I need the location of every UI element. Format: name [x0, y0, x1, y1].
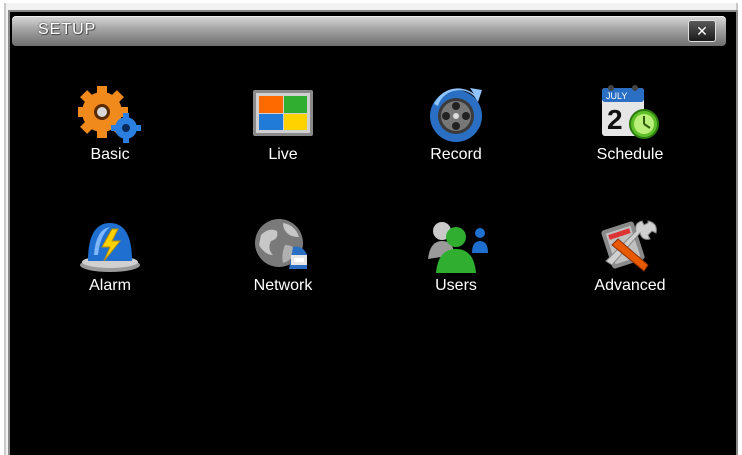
- users-menu-item[interactable]: Users: [386, 215, 526, 325]
- film-reel-icon: [430, 88, 482, 142]
- alarm-light-icon: [80, 223, 140, 272]
- advanced-menu-item[interactable]: Advanced: [560, 215, 700, 325]
- users-label: Users: [435, 277, 477, 294]
- network-menu-item[interactable]: Network: [213, 215, 353, 325]
- title-bar: SETUP ✕: [12, 16, 726, 46]
- calendar-clock-icon: JULY 2: [602, 85, 659, 139]
- basic-menu-item[interactable]: Basic: [40, 84, 180, 194]
- users-icon: [428, 222, 488, 273]
- live-menu-item[interactable]: Live: [213, 84, 353, 194]
- record-label: Record: [430, 146, 482, 163]
- record-menu-item[interactable]: Record: [386, 84, 526, 194]
- live-monitor-icon: [253, 90, 313, 136]
- calendar-month: JULY: [606, 91, 627, 101]
- network-label: Network: [253, 277, 313, 294]
- calendar-day: 2: [607, 104, 623, 135]
- basic-label: Basic: [90, 146, 130, 163]
- schedule-menu-item[interactable]: JULY 2 Schedule: [560, 84, 700, 194]
- alarm-label: Alarm: [89, 277, 131, 294]
- tools-icon: [601, 220, 657, 272]
- advanced-label: Advanced: [594, 277, 666, 294]
- window-title: SETUP: [38, 21, 97, 38]
- alarm-menu-item[interactable]: Alarm: [40, 215, 180, 325]
- live-label: Live: [268, 146, 298, 163]
- schedule-label: Schedule: [596, 146, 664, 163]
- close-button[interactable]: ✕: [688, 20, 716, 42]
- close-icon: ✕: [696, 23, 708, 39]
- network-globe-icon: [255, 219, 307, 269]
- gears-icon: [78, 86, 141, 143]
